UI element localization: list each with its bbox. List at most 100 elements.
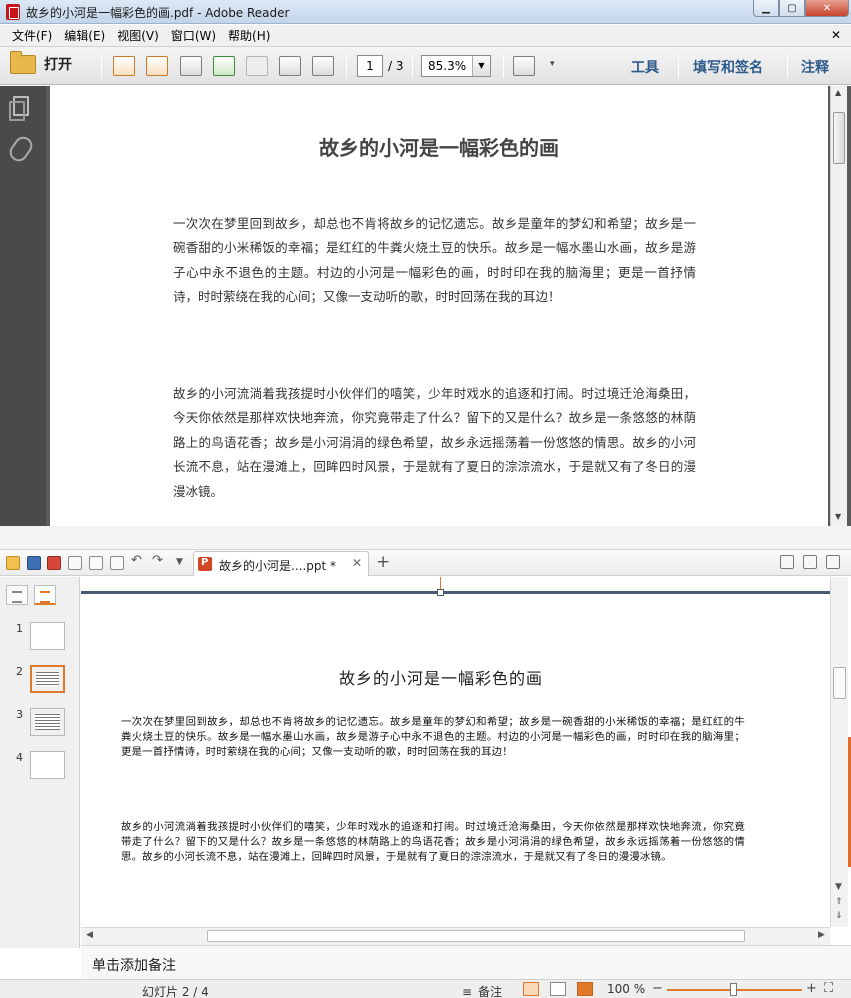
redo-icon[interactable]: ↷ [152, 553, 166, 568]
undo-icon[interactable]: ↶ [131, 553, 145, 568]
toolbar-divider [678, 54, 679, 78]
folder-icon [10, 50, 36, 74]
previous-slide-icon[interactable]: ⇑ [835, 897, 843, 907]
slide-thumbnail[interactable]: 4 [0, 751, 80, 787]
scroll-right-icon[interactable]: ▶ [818, 930, 825, 940]
zoom-slider-thumb[interactable] [730, 983, 737, 996]
reader-navigation-pane [0, 86, 46, 526]
ruler-marker [440, 577, 441, 589]
email-icon[interactable] [312, 56, 334, 76]
menu-edit[interactable]: 编辑(E) [58, 27, 111, 44]
menu-file[interactable]: 文件(F) [6, 27, 58, 44]
slide-horizontal-scrollbar[interactable]: ◀ ▶ [81, 927, 830, 945]
slideshow-play-icon[interactable] [577, 982, 593, 996]
close-document-icon[interactable]: ✕ [831, 28, 841, 42]
print-preview-icon[interactable] [89, 556, 103, 570]
reader-window-title: 故乡的小河是一幅彩色的画.pdf - Adobe Reader [26, 6, 290, 20]
toolbar-divider [503, 54, 504, 78]
print-icon[interactable] [279, 56, 301, 76]
pdf-paragraph: 一次次在梦里回到故乡，却总也不肯将故乡的记忆遗忘。故乡是童年的梦幻和希望；故乡是… [173, 216, 696, 305]
minimize-button[interactable]: ▁ [753, 0, 779, 17]
create-pdf-icon[interactable] [113, 56, 135, 76]
zoom-select[interactable]: 85.3% ▼ [421, 55, 491, 77]
scroll-down-icon[interactable]: ▼ [835, 882, 842, 892]
maximize-button[interactable]: ▢ [779, 0, 805, 17]
slide-sorter-view-icon[interactable] [550, 982, 566, 996]
slide-editing-canvas[interactable]: 故乡的小河是一幅彩色的画 一次次在梦里回到故乡，却总也不肯将故乡的记忆遗忘。故乡… [81, 577, 830, 927]
adobe-reader-app-icon [6, 4, 20, 20]
document-tab[interactable]: 故乡的小河是....ppt * ✕ [193, 551, 369, 576]
notes-pane[interactable]: 单击添加备注 [81, 945, 851, 979]
edit-pdf-icon[interactable] [180, 56, 202, 76]
reader-document-area: 故乡的小河是一幅彩色的画 一次次在梦里回到故乡，却总也不肯将故乡的记忆遗忘。故乡… [0, 86, 851, 526]
new-tab-icon[interactable]: + [376, 552, 390, 572]
scroll-up-icon[interactable]: ▲ [835, 88, 841, 97]
open-icon[interactable] [6, 556, 20, 570]
slide-preview [30, 622, 65, 650]
slide-number: 4 [16, 751, 23, 764]
slide-thumbnail[interactable]: 1 [0, 622, 80, 658]
notes-toggle-button[interactable]: ≡ 备注 [462, 983, 502, 998]
ppt-file-icon [198, 557, 212, 571]
next-slide-icon[interactable]: ⇓ [835, 911, 843, 921]
export-pdf-icon[interactable] [146, 56, 168, 76]
menu-view[interactable]: 视图(V) [111, 27, 165, 44]
slide-number: 2 [16, 665, 23, 678]
save-icon[interactable] [246, 56, 268, 76]
attachments-icon[interactable] [6, 133, 36, 165]
resize-handle[interactable] [437, 589, 444, 596]
skin-icon[interactable] [780, 555, 794, 569]
notes-icon: ≡ [462, 984, 473, 998]
export-pdf-icon[interactable] [47, 556, 61, 570]
toolbar-divider [101, 54, 102, 78]
slide-vertical-scrollbar[interactable]: ▼ ⇑ ⇓ [830, 577, 848, 927]
slide-thumbnail[interactable]: 2 [0, 665, 80, 701]
window-restore-icon[interactable] [803, 555, 817, 569]
toolbar-divider [412, 54, 413, 78]
slides-tab-icon[interactable] [34, 585, 56, 605]
scrollbar-thumb[interactable] [833, 112, 845, 164]
zoom-in-icon[interactable]: + [806, 981, 817, 996]
customize-toolbar-icon[interactable]: ▾ [550, 59, 555, 69]
slide-title[interactable]: 故乡的小河是一幅彩色的画 [81, 665, 801, 689]
menu-window[interactable]: 窗口(W) [165, 27, 222, 44]
slide-paragraph[interactable]: 故乡的小河流淌着我孩提时小伙伴们的嘻笑，少年时戏水的追逐和打闹。时过境迁沧海桑田… [121, 820, 745, 865]
find-icon[interactable] [110, 556, 124, 570]
close-tab-icon[interactable]: ✕ [352, 556, 362, 570]
outline-tab-icon[interactable] [6, 585, 28, 605]
slide-paragraph[interactable]: 一次次在梦里回到故乡，却总也不肯将故乡的记忆遗忘。故乡是童年的梦幻和希望；故乡是… [121, 715, 745, 760]
open-button[interactable]: 打开 [10, 50, 72, 74]
reader-vertical-scrollbar[interactable]: ▲ ▼ [830, 86, 847, 526]
page-number-input[interactable]: 1 [357, 55, 383, 77]
comment-pane-button[interactable]: 注释 [801, 57, 829, 77]
upload-icon[interactable] [213, 56, 235, 76]
save-icon[interactable] [27, 556, 41, 570]
page-thumbnails-icon[interactable] [9, 96, 29, 121]
chevron-down-icon[interactable]: ▼ [472, 56, 490, 76]
normal-view-icon[interactable] [523, 982, 539, 996]
fit-window-icon[interactable]: ⛶ [824, 981, 833, 996]
slide-preview [30, 708, 65, 736]
window-controls: ▁ ▢ ✕ [753, 0, 849, 18]
slide-preview [30, 665, 65, 693]
print-icon[interactable] [68, 556, 82, 570]
zoom-out-icon[interactable]: − [652, 981, 663, 996]
quick-access-dropdown-icon[interactable]: ▼ [176, 557, 190, 571]
scrollbar-thumb[interactable] [833, 667, 846, 699]
notes-placeholder[interactable]: 单击添加备注 [92, 955, 176, 975]
tools-pane-button[interactable]: 工具 [631, 57, 659, 77]
menu-help[interactable]: 帮助(H) [222, 27, 276, 44]
window-menu-icon[interactable] [826, 555, 840, 569]
fit-page-icon[interactable] [513, 56, 535, 76]
pdf-document-title: 故乡的小河是一幅彩色的画 [319, 136, 559, 160]
reader-toolbar: 打开 1 / 3 85.3% ▼ ▾ 工具 填写和签名 注释 [0, 47, 851, 85]
scroll-left-icon[interactable]: ◀ [86, 930, 93, 940]
wps-top-strip [0, 526, 851, 550]
slide-preview [30, 751, 65, 779]
scrollbar-thumb[interactable] [207, 930, 745, 942]
slide-thumbnail[interactable]: 3 [0, 708, 80, 744]
close-window-button[interactable]: ✕ [805, 0, 849, 17]
fill-sign-pane-button[interactable]: 填写和签名 [693, 57, 763, 77]
zoom-level: 100 % [607, 982, 646, 996]
scroll-down-icon[interactable]: ▼ [835, 512, 841, 521]
